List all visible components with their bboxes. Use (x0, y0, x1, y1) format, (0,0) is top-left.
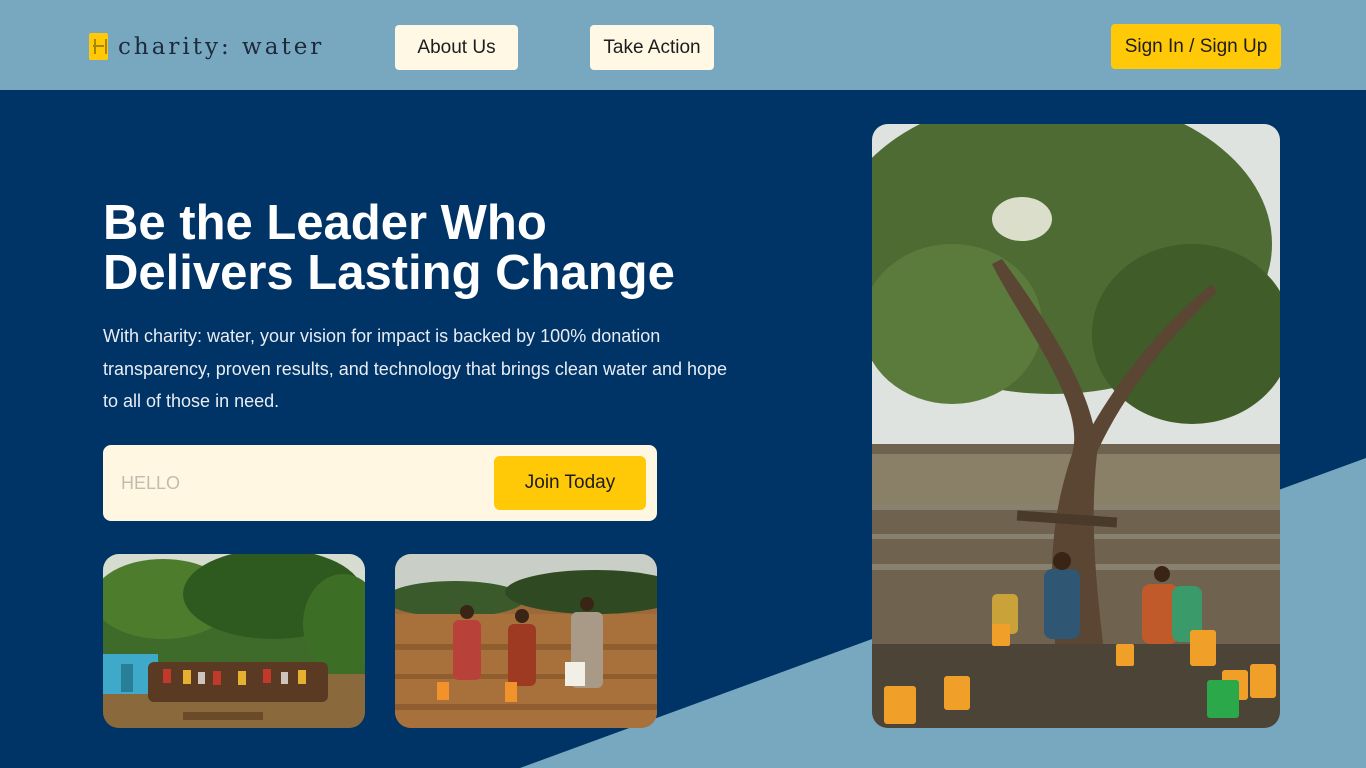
community-photo (103, 554, 365, 728)
brand-logo[interactable]: charity: water (89, 33, 324, 60)
hero-description: With charity: water, your vision for imp… (103, 326, 728, 411)
signup-form: Join Today (103, 445, 657, 521)
hero-title-line-2: Delivers Lasting Change (103, 246, 675, 300)
sign-in-sign-up-button[interactable]: Sign In / Sign Up (1111, 24, 1281, 69)
children-field-photo (395, 554, 657, 728)
about-us-button[interactable]: About Us (395, 25, 518, 70)
top-navigation-bar: charity: water About Us Take Action Sign… (0, 0, 1366, 90)
take-action-button[interactable]: Take Action (590, 25, 714, 70)
hero-title-line-1: Be the Leader Who (103, 196, 547, 250)
brand-name: charity: water (118, 33, 325, 60)
join-today-button[interactable]: Join Today (494, 456, 646, 510)
tree-water-collection-photo (872, 124, 1280, 728)
hero-title: Be the Leader Who Delivers Lasting Chang… (103, 198, 743, 298)
jerrycan-icon (89, 33, 108, 60)
signup-input[interactable] (121, 463, 481, 503)
